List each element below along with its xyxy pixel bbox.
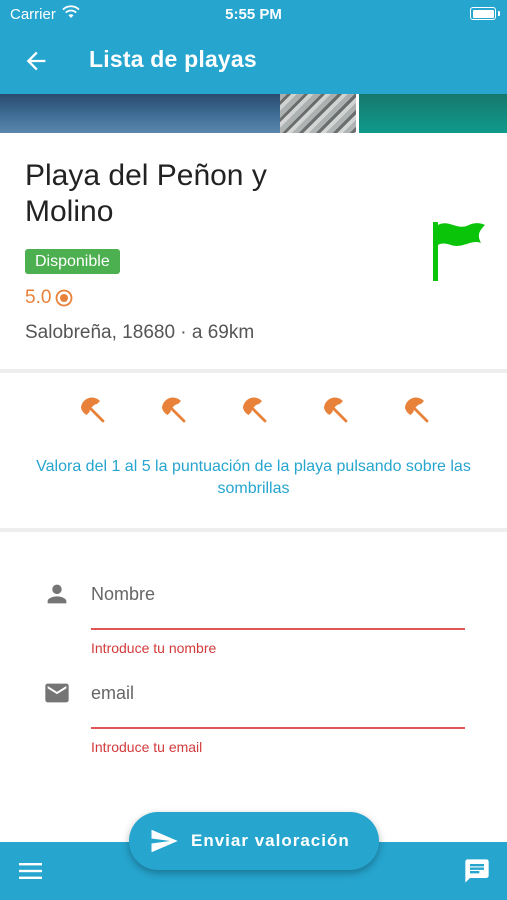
app-header: Carrier 5:55 PM Lista de playas [0, 0, 507, 94]
battery-tip [498, 11, 500, 16]
rating-circle-icon [56, 289, 73, 307]
email-error: Introduce tu email [91, 739, 203, 755]
beach-location: Salobreña, 18680 · a 69km [25, 322, 255, 343]
hero-rocks [280, 94, 356, 133]
email-input[interactable] [91, 675, 465, 711]
name-input[interactable] [91, 576, 465, 612]
hero-second-image [359, 94, 507, 133]
email-underline [91, 727, 465, 729]
arrow-back-icon[interactable] [22, 47, 50, 75]
rating-hint: Valora del 1 al 5 la puntuación de la pl… [36, 458, 471, 497]
submit-rating-button[interactable]: Enviar valoración [129, 812, 379, 870]
section-divider [0, 369, 507, 373]
umbrella-icon[interactable] [240, 396, 268, 424]
rating-value: 5.0 [25, 287, 52, 308]
chat-icon[interactable] [463, 857, 491, 885]
mail-icon [45, 683, 69, 703]
beach-info: Playa del Peñon y Molino Disponible 5.0 … [0, 133, 507, 369]
name-error: Introduce tu nombre [91, 640, 217, 656]
battery-icon [470, 7, 496, 20]
beach-rating: 5.0 [25, 287, 73, 309]
status-bar: Carrier 5:55 PM [0, 0, 507, 28]
availability-badge: Disponible [25, 249, 120, 274]
umbrella-rating[interactable] [0, 390, 507, 435]
person-icon [47, 584, 67, 604]
beach-name: Playa del Peñon y Molino [25, 159, 267, 228]
name-underline [91, 628, 465, 630]
green-flag-icon [433, 222, 485, 281]
submit-label: Enviar valoración [191, 831, 350, 850]
status-time: 5:55 PM [225, 6, 282, 23]
send-icon [151, 829, 178, 853]
umbrella-icon[interactable] [78, 396, 106, 424]
umbrella-icon[interactable] [321, 396, 349, 424]
umbrella-icon[interactable] [159, 396, 187, 424]
section-divider [0, 528, 507, 532]
umbrella-icon[interactable] [402, 396, 430, 424]
page-title: Lista de playas [89, 46, 257, 72]
beach-hero-image [0, 94, 507, 133]
menu-icon[interactable] [18, 859, 44, 883]
